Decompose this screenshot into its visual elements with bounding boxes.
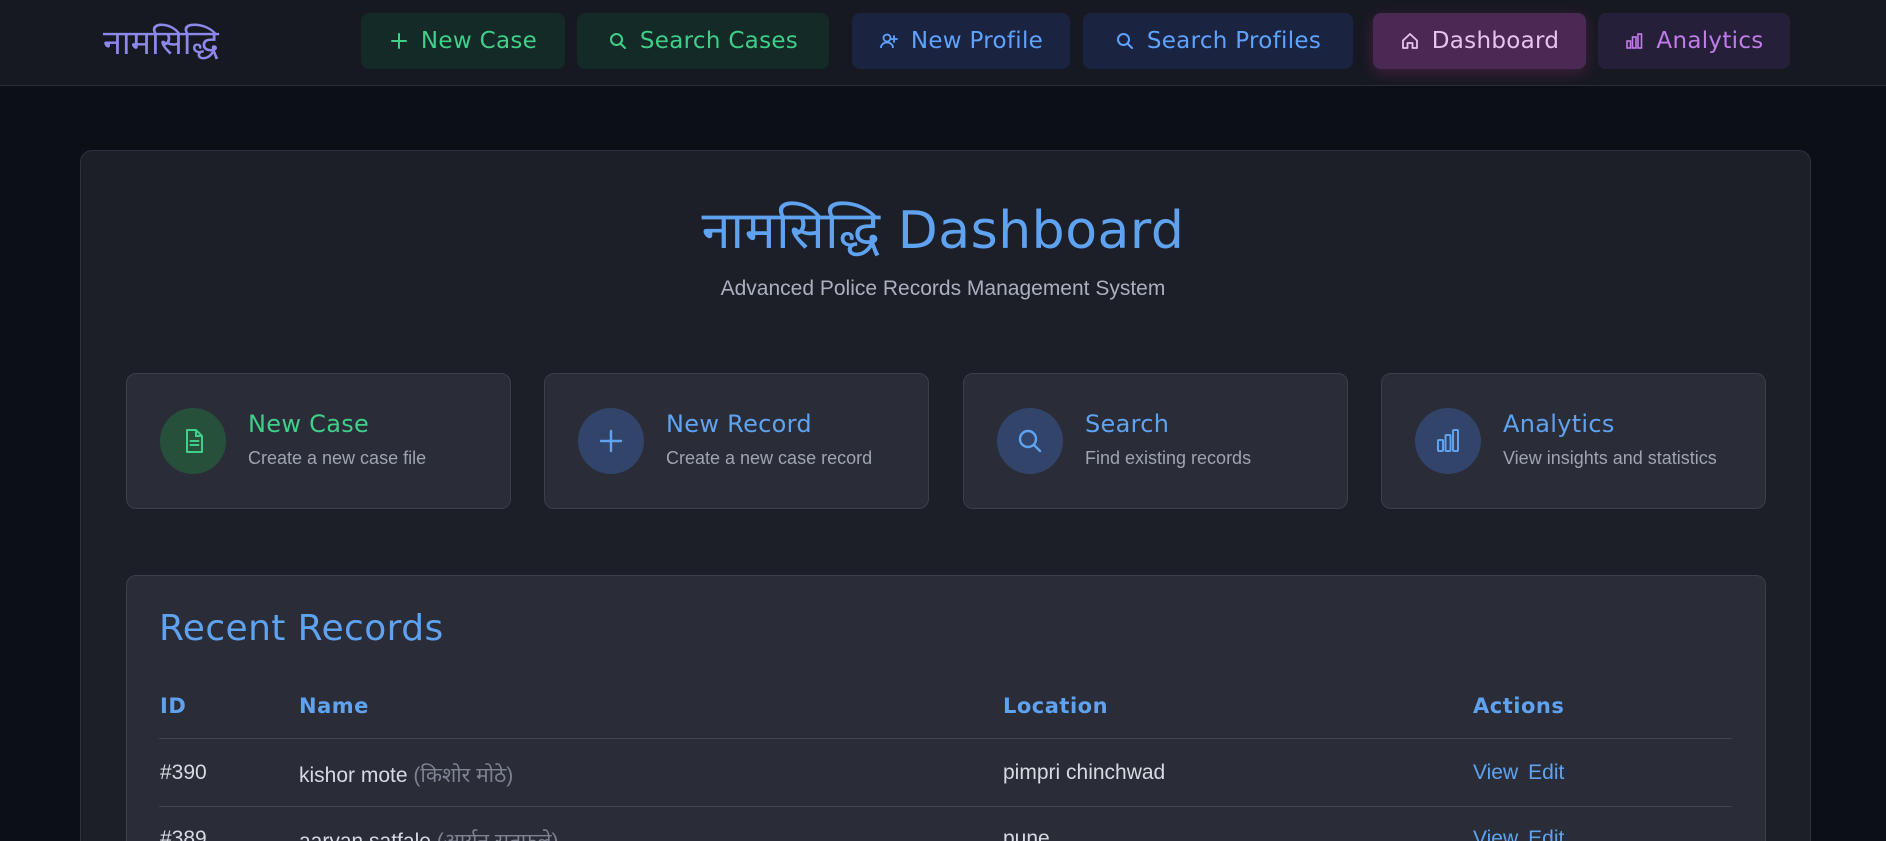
card-icon-circle <box>1415 408 1481 474</box>
view-link[interactable]: View <box>1473 761 1518 784</box>
nav-search-cases-button[interactable]: Search Cases <box>577 13 829 69</box>
table-header-divider <box>159 738 1732 739</box>
nav-new-case-label: New Case <box>420 28 538 54</box>
card-new-case[interactable]: New Case Create a new case file <box>126 373 511 509</box>
nav-new-profile-button[interactable]: New Profile <box>852 13 1070 69</box>
row-divider <box>159 806 1732 807</box>
nav-analytics-label: Analytics <box>1656 28 1764 54</box>
card-icon-circle <box>160 408 226 474</box>
card-title: Search <box>1085 410 1170 438</box>
edit-link[interactable]: Edit <box>1528 761 1564 784</box>
document-icon <box>186 429 203 453</box>
bar-chart-icon <box>1624 31 1644 51</box>
plus-icon <box>389 31 409 51</box>
cell-id: #389 <box>160 827 207 841</box>
cell-actions: View Edit <box>1473 761 1574 785</box>
search-icon <box>1115 31 1135 51</box>
card-analytics[interactable]: Analytics View insights and statistics <box>1381 373 1766 509</box>
search-icon <box>1018 429 1042 453</box>
card-icon-circle <box>997 408 1063 474</box>
cell-location: pimpri chinchwad <box>1003 761 1166 784</box>
card-search[interactable]: Search Find existing records <box>963 373 1348 509</box>
nav-new-profile-label: New Profile <box>910 28 1044 54</box>
view-link[interactable]: View <box>1473 827 1518 841</box>
column-header-actions: Actions <box>1473 694 1565 718</box>
page-subtitle: Advanced Police Records Management Syste… <box>720 277 1166 300</box>
column-header-id: ID <box>160 694 187 718</box>
card-description: View insights and statistics <box>1503 448 1717 468</box>
card-title: New Case <box>248 410 370 438</box>
cell-name: kishor mote (किशोर मोठे) <box>299 761 513 789</box>
nav-search-cases-label: Search Cases <box>639 28 799 54</box>
column-header-name: Name <box>299 694 369 718</box>
nav-dashboard-label: Dashboard <box>1431 28 1560 54</box>
nav-search-profiles-button[interactable]: Search Profiles <box>1083 13 1353 69</box>
card-title: New Record <box>666 410 812 438</box>
search-icon <box>608 31 628 51</box>
cell-actions: View Edit <box>1473 827 1574 841</box>
card-icon-circle <box>578 408 644 474</box>
cell-location: pune <box>1003 827 1050 841</box>
card-description: Find existing records <box>1085 448 1252 468</box>
page-title: नामसिद्धि Dashboard <box>701 201 1185 261</box>
nav-search-profiles-label: Search Profiles <box>1146 28 1322 54</box>
nav-analytics-button[interactable]: Analytics <box>1598 13 1790 69</box>
nav-dashboard-button[interactable]: Dashboard <box>1373 13 1586 69</box>
edit-link[interactable]: Edit <box>1528 827 1564 841</box>
top-nav-bar: नामसिद्धि New Case Search Cases New Prof… <box>0 0 1886 86</box>
card-new-record[interactable]: New Record Create a new case record <box>544 373 929 509</box>
card-description: Create a new case file <box>248 448 427 468</box>
card-description: Create a new case record <box>666 448 873 468</box>
cell-id: #390 <box>160 761 207 784</box>
nav-new-case-button[interactable]: New Case <box>361 13 565 69</box>
name-latin: kishor mote <box>299 764 408 787</box>
plus-icon <box>599 429 623 453</box>
bar-chart-icon <box>1437 429 1459 452</box>
card-title: Analytics <box>1503 410 1615 438</box>
column-header-location: Location <box>1003 694 1109 718</box>
user-plus-icon <box>879 31 899 51</box>
name-devanagari: (किशोर मोठे) <box>413 764 514 787</box>
cell-name: aaryan satfale (आर्यन सतफले) <box>299 827 558 841</box>
recent-records-title: Recent Records <box>159 608 444 649</box>
name-latin: aaryan satfale <box>299 830 431 841</box>
brand-logo[interactable]: नामसिद्धि <box>103 18 219 64</box>
name-devanagari: (आर्यन सतफले) <box>437 830 559 841</box>
home-icon <box>1400 31 1420 51</box>
